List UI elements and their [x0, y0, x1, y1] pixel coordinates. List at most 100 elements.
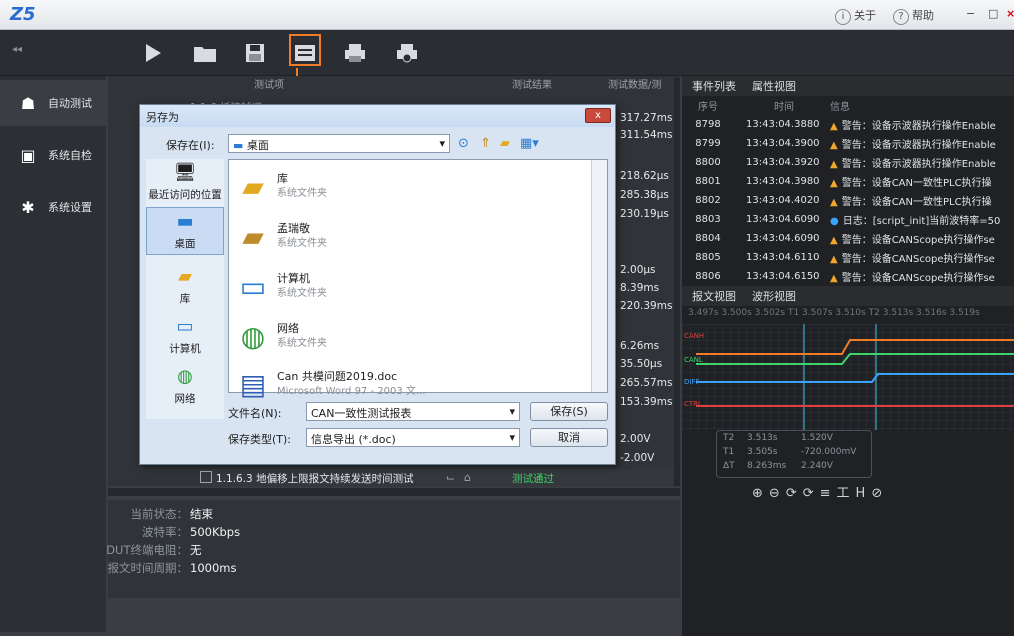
waveform-plot[interactable]: CANH CANL DIFF CTRL: [682, 324, 1014, 430]
wave-tool-button[interactable]: H: [856, 486, 872, 501]
row-checkbox[interactable]: [200, 471, 212, 483]
network-icon: ◍: [240, 319, 266, 353]
home-icon[interactable]: ⌂: [464, 471, 471, 484]
desktop-icon: ▬: [233, 139, 247, 152]
tab-event-list[interactable]: 事件列表: [692, 78, 736, 94]
wave-tool-button[interactable]: ⊕: [752, 486, 769, 501]
tab-message-view[interactable]: 报文视图: [692, 288, 736, 304]
chart-icon[interactable]: ⌙: [446, 471, 455, 484]
computer-icon: ▭: [176, 315, 194, 337]
cancel-button[interactable]: 取消: [530, 428, 608, 447]
event-row[interactable]: 8806 13:43:04.6150 ▲ 警告：设备CANScope执行操作se: [682, 267, 1014, 286]
save-as-dialog: 另存为 x 保存在(I): ▬ 桌面 ▾ ⊙ ⇑ ▰ ▦▾ 🖥 最近访问的位置 ▬ 桌…: [139, 104, 616, 465]
data-cell: 265.57ms: [620, 377, 673, 389]
table-scrollbar[interactable]: [674, 78, 680, 486]
play-icon[interactable]: [138, 38, 168, 68]
place-desktop[interactable]: ▬ 桌面: [146, 207, 224, 255]
sidebar-item-settings[interactable]: ✱ 系统设置: [0, 184, 106, 230]
event-row[interactable]: 8804 13:43:04.6090 ▲ 警告：设备CANScope执行操作se: [682, 229, 1014, 248]
tab-property-view[interactable]: 属性视图: [752, 78, 796, 94]
print-preview-icon[interactable]: [392, 38, 422, 68]
sidebar-item-self-check[interactable]: ▣ 系统自检: [0, 132, 106, 178]
view-menu-icon[interactable]: ▦▾: [520, 136, 539, 151]
dialog-close-button[interactable]: x: [585, 108, 611, 123]
measure-box: T2 3.513s 1.520V T1 3.505s -720.000mV ΔT 8.263m…: [716, 430, 872, 478]
data-cell: -2.00V: [620, 452, 655, 464]
filetype-select[interactable]: 信息导出 (*.doc) ▾: [306, 428, 520, 447]
file-list: ▰ 库系统文件夹 ▰ 孟瑞敬 系统文件夹 ▭ 计算机 系统文件夹 ◍ 网络 系统文件夹 ▤ Ca…: [228, 159, 608, 401]
wave-tool-button[interactable]: ⟳: [786, 486, 803, 501]
file-item-computer[interactable]: ▭ 计算机 系统文件夹: [229, 262, 589, 310]
wave-tool-button[interactable]: ⊖: [769, 486, 786, 501]
data-cell: 230.19μs: [620, 208, 669, 220]
word-doc-icon: ▤: [239, 367, 267, 401]
data-cell: 317.27ms: [620, 112, 673, 124]
wave-tool-button[interactable]: ⟳: [803, 486, 820, 501]
warning-icon: ▲: [830, 178, 838, 189]
save-icon[interactable]: [240, 38, 270, 68]
data-cell: 311.54ms: [620, 129, 673, 141]
sidebar: ☗ 自动测试 ▣ 系统自检 ✱ 系统设置: [0, 76, 106, 632]
place-network[interactable]: ◍ 网络: [146, 363, 224, 406]
wave-tool-button[interactable]: ⊘: [871, 486, 888, 501]
print-icon[interactable]: [340, 38, 370, 68]
network-icon: ◍: [177, 365, 193, 387]
table-row[interactable]: 1.1.6.3 地偏移上限报文持续发送时间测试 ⌙ ⌂ 测试通过: [200, 469, 680, 487]
highlight-box: [289, 34, 321, 66]
col-header-data: 测试数据/测: [608, 80, 662, 91]
event-row[interactable]: 8799 13:43:04.3900 ▲ 警告：设备示波器执行操作Enable: [682, 134, 1014, 153]
event-row[interactable]: 8798 13:43:04.3880 ▲ 警告：设备示波器执行操作Enable: [682, 115, 1014, 134]
event-row[interactable]: 8800 13:43:04.3920 ▲ 警告：设备示波器执行操作Enable: [682, 153, 1014, 172]
measure-row: T2 3.513s 1.520V: [723, 433, 833, 443]
help-icon: ?: [893, 9, 909, 25]
new-folder-icon[interactable]: ▰: [500, 136, 510, 151]
sidebar-item-auto-test[interactable]: ☗ 自动测试: [0, 80, 106, 126]
collapse-sidebar-button[interactable]: ◂◂: [12, 44, 22, 55]
place-library[interactable]: ▰ 库: [146, 263, 224, 306]
file-list-scrollbar[interactable]: [591, 160, 607, 392]
file-item-library[interactable]: ▰ 库系统文件夹: [229, 162, 589, 210]
status-panel: 当前状态： 结束 波特率： 500Kbps DUT终端电阻：无 报文时间周期： 100…: [106, 500, 680, 598]
filename-input[interactable]: CAN一致性测试报表 ▾: [306, 402, 520, 421]
event-panel: 事件列表 属性视图 序号 时间 信息 8798 13:43:04.3880 ▲ 警告：…: [682, 76, 1014, 636]
event-row[interactable]: 8803 13:43:04.6090 ● 日志：[script_init]当前波特率=…: [682, 210, 1014, 229]
info-icon: ●: [830, 216, 839, 227]
status-baudrate: 波特率： 500Kbps: [142, 525, 241, 539]
event-list: 8798 13:43:04.3880 ▲ 警告：设备示波器执行操作Enable 8799…: [682, 115, 1014, 286]
close-button[interactable]: ×: [1006, 7, 1014, 20]
back-icon[interactable]: ⊙: [458, 136, 469, 151]
horizontal-scrollbar[interactable]: [108, 488, 680, 496]
wave-tool-button[interactable]: 工: [837, 486, 856, 501]
file-item-network[interactable]: ◍ 网络 系统文件夹: [229, 312, 589, 360]
auto-test-icon: ☗: [20, 93, 36, 113]
file-item-user[interactable]: ▰ 孟瑞敬 系统文件夹: [229, 212, 589, 260]
data-cell: 35.50μs: [620, 358, 663, 370]
dialog-title: 另存为: [140, 105, 615, 127]
place-computer[interactable]: ▭ 计算机: [146, 313, 224, 356]
warning-icon: ▲: [830, 159, 838, 170]
save-in-dropdown[interactable]: ▬ 桌面 ▾: [228, 134, 450, 153]
place-recent[interactable]: 🖥 最近访问的位置: [146, 159, 224, 202]
monitor-icon: ▣: [20, 145, 36, 165]
tab-waveform-view[interactable]: 波形视图: [752, 288, 796, 304]
col-header-result: 测试结果: [512, 80, 552, 91]
up-folder-icon[interactable]: ⇑: [480, 136, 491, 151]
data-cell: 6.26ms: [620, 340, 660, 352]
event-row[interactable]: 8805 13:43:04.6110 ▲ 警告：设备CANScope执行操作se: [682, 248, 1014, 267]
about-button[interactable]: i 关于: [835, 7, 876, 25]
minimize-button[interactable]: −: [966, 7, 975, 20]
places-bar: 🖥 最近访问的位置 ▬ 桌面 ▰ 库 ▭ 计算机 ◍ 网络: [146, 159, 224, 419]
open-folder-icon[interactable]: [190, 38, 220, 68]
event-row[interactable]: 8802 13:43:04.4020 ▲ 警告：设备CAN一致性PLC执行操: [682, 191, 1014, 210]
file-item-doc[interactable]: ▤ Can 共模问题2019.doc Microsoft Word 97 - 200…: [229, 360, 589, 401]
event-row[interactable]: 8801 13:43:04.3980 ▲ 警告：设备CAN一致性PLC执行操: [682, 172, 1014, 191]
wave-tool-button[interactable]: ≡: [820, 486, 837, 501]
save-button[interactable]: 保存(S): [530, 402, 608, 421]
help-button[interactable]: ? 帮助: [893, 7, 934, 25]
save-in-label: 保存在(I):: [166, 139, 215, 152]
chevron-down-icon: ▾: [439, 137, 445, 150]
maximize-button[interactable]: □: [988, 7, 998, 20]
warning-icon: ▲: [830, 140, 838, 151]
data-cell: 2.00μs: [620, 264, 656, 276]
filetype-label: 保存类型(T):: [228, 433, 292, 446]
